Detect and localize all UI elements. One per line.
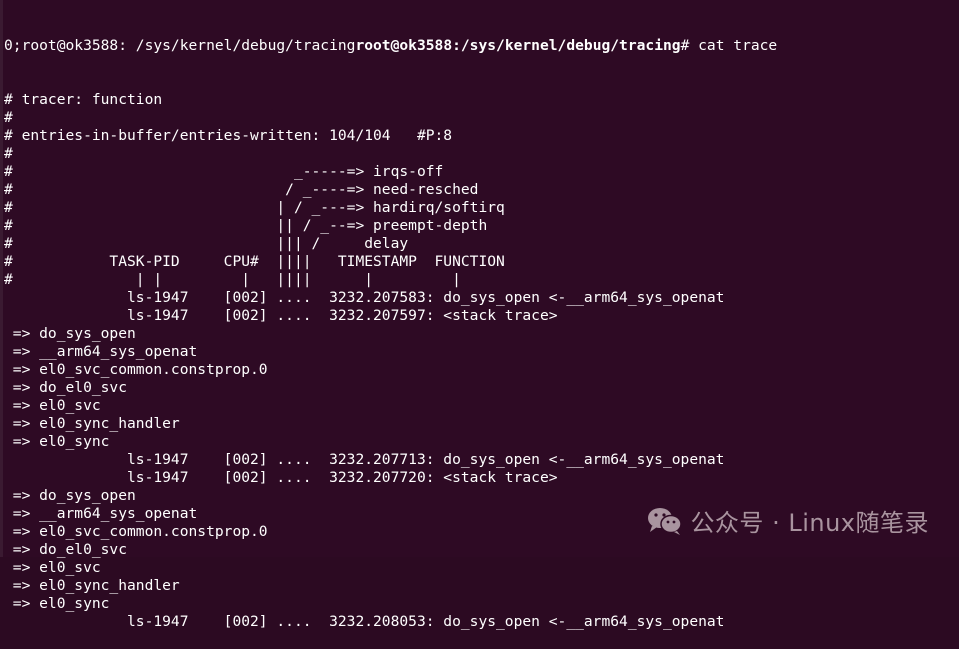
prompt-line: 0;root@ok3588: /sys/kernel/debug/tracing… xyxy=(4,37,777,55)
prompt-path: :/sys/kernel/debug/tracing xyxy=(452,37,681,54)
terminal-line: ls-1947 [002] .... 3232.207720: <stack t… xyxy=(4,469,558,486)
terminal-output[interactable]: 0;root@ok3588: /sys/kernel/debug/tracing… xyxy=(4,1,777,649)
terminal-line: => el0_svc xyxy=(4,397,101,414)
terminal-line: ls-1947 [002] .... 3232.208053: do_sys_o… xyxy=(4,613,725,630)
terminal-line: ls-1947 [002] .... 3232.207583: do_sys_o… xyxy=(4,289,725,306)
terminal-line: # entries-in-buffer/entries-written: 104… xyxy=(4,127,453,144)
terminal-line: # ||| / delay xyxy=(4,235,409,252)
trace-lines: # tracer: function # # entries-in-buffer/e… xyxy=(4,91,777,631)
terminal-line: => do_el0_svc xyxy=(4,541,128,558)
terminal-line: # | / _---=> hardirq/softirq xyxy=(4,199,505,216)
window-edge xyxy=(0,0,3,557)
command-text: cat trace xyxy=(698,37,778,54)
terminal-line: => do_el0_svc xyxy=(4,379,128,396)
terminal-line: => el0_sync xyxy=(4,595,110,612)
wechat-icon xyxy=(648,507,683,535)
terminal-line: => el0_sync xyxy=(4,433,110,450)
terminal-line: ls-1947 [002] .... 3232.207597: <stack t… xyxy=(4,307,558,324)
prompt-symbol: # xyxy=(680,37,699,54)
terminal-line: # tracer: function xyxy=(4,91,163,108)
terminal-line: => __arm64_sys_openat xyxy=(4,343,198,360)
terminal-line: => do_sys_open xyxy=(4,325,136,342)
terminal-line: => el0_svc_common.constprop.0 xyxy=(4,361,268,378)
terminal-line: # TASK-PID CPU# |||| TIMESTAMP FUNCTION xyxy=(4,253,505,270)
terminal-line: # || / _--=> preempt-depth xyxy=(4,217,488,234)
terminal-line: => el0_svc xyxy=(4,559,101,576)
terminal-line: => el0_sync_handler xyxy=(4,415,180,432)
terminal-line: # xyxy=(4,145,13,162)
terminal-line: # xyxy=(4,109,13,126)
stale-prompt: 0;root@ok3588: /sys/kernel/debug/tracing xyxy=(4,37,356,54)
terminal-line: => el0_sync_handler xyxy=(4,577,180,594)
terminal-line: # / _----=> need-resched xyxy=(4,181,479,198)
watermark-text: 公众号 · Linux随笔录 xyxy=(690,509,929,537)
terminal-line: # _-----=> irqs-off xyxy=(4,163,444,180)
terminal-line: # | | | |||| | | xyxy=(4,271,461,288)
watermark: 公众号 · Linux随笔录 xyxy=(646,503,929,538)
terminal-line: ls-1947 [002] .... 3232.207713: do_sys_o… xyxy=(4,451,725,468)
prompt-user-host: root@ok3588 xyxy=(355,37,453,54)
